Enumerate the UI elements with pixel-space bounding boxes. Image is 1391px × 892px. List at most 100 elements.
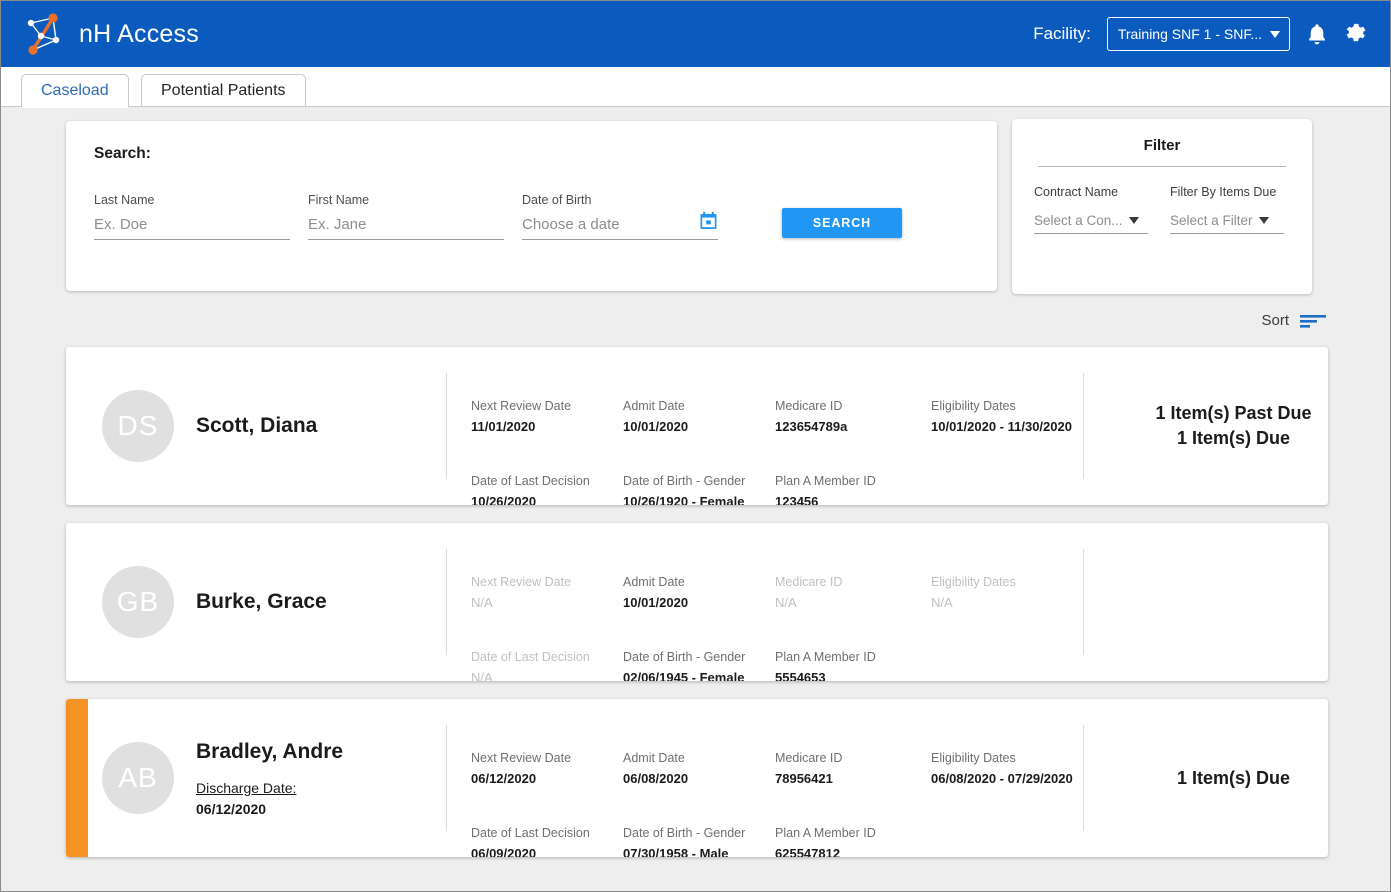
medicare-id-field: Medicare ID 78956421 (775, 751, 931, 788)
search-panel: Search: Last Name Ex. Doe First Name Ex.… (66, 121, 997, 291)
last-decision-label: Date of Last Decision (471, 649, 590, 664)
sort-control[interactable]: Sort (1261, 312, 1328, 329)
first-name-placeholder: Ex. Jane (308, 216, 367, 233)
items-due-label: Filter By Items Due (1170, 185, 1277, 199)
status-badge: 1 Item(s) Past Due (1155, 403, 1312, 423)
network-graph-logo-icon (27, 13, 60, 55)
detail-column-admit: Admit Date 10/01/2020 Date of Birth - Ge… (623, 575, 775, 681)
status-badge: 1 Item(s) Due (1176, 428, 1291, 448)
contract-name-select[interactable]: Select a Con... (1034, 213, 1148, 234)
date-of-birth-input[interactable]: Choose a date (522, 211, 718, 240)
detail-column-medicare: Medicare ID N/A Plan A Member ID 5554653 (775, 575, 931, 681)
first-name-label: First Name (308, 193, 370, 207)
eligibility-field: Eligibility Dates 06/08/2020 - 07/29/202… (931, 751, 1083, 788)
header-actions: Facility: Training SNF 1 - SNF... (1033, 17, 1368, 51)
detail-column-eligibility: Eligibility Dates N/A (931, 575, 1083, 655)
eligibility-label: Eligibility Dates (931, 575, 1016, 589)
facility-select[interactable]: Training SNF 1 - SNF... (1106, 17, 1290, 51)
patient-details: Next Review Date N/A Date of Last Decisi… (446, 549, 1083, 681)
search-heading: Search: (94, 145, 151, 162)
items-due-select[interactable]: Select a Filter (1170, 213, 1284, 234)
tab-potential-patients[interactable]: Potential Patients (141, 74, 306, 107)
filter-fields: Contract Name Select a Con... Filter By … (1034, 185, 1290, 234)
notifications-bell-button[interactable] (1306, 22, 1328, 46)
calendar-icon (700, 211, 717, 229)
next-review-field: Next Review Date 06/12/2020 (471, 751, 623, 788)
admit-date-label: Admit Date (623, 575, 685, 589)
medicare-id-field: Medicare ID N/A (775, 575, 931, 612)
last-decision-label: Date of Last Decision (471, 825, 590, 840)
items-due-value: Select a Filter (1170, 213, 1253, 228)
search-button[interactable]: SEARCH (782, 208, 902, 238)
last-decision-field: Date of Last Decision 10/26/2020 (471, 474, 623, 505)
filter-title: Filter (1143, 137, 1181, 154)
settings-gear-button[interactable] (1344, 22, 1368, 46)
medicare-id-value: N/A (775, 595, 797, 610)
plan-member-id-label: Plan A Member ID (775, 825, 876, 840)
last-decision-value: N/A (471, 669, 493, 681)
date-of-birth-placeholder: Choose a date (522, 216, 620, 233)
eligibility-field: Eligibility Dates 10/01/2020 - 11/30/202… (931, 399, 1083, 436)
last-name-label: Last Name (94, 193, 155, 207)
tab-caseload[interactable]: Caseload (21, 74, 129, 108)
plan-member-id-value: 5554653 (775, 669, 826, 681)
next-review-label: Next Review Date (471, 751, 572, 765)
patient-name-block: Burke, Grace (196, 590, 327, 614)
patient-name: Bradley, Andre (196, 739, 344, 763)
next-review-value: 06/12/2020 (471, 771, 537, 786)
next-review-label: Next Review Date (471, 399, 572, 413)
last-name-placeholder: Ex. Doe (94, 216, 148, 233)
gear-icon (1346, 23, 1366, 42)
search-fields: Last Name Ex. Doe First Name Ex. Jane Da… (94, 193, 969, 240)
avatar: AB (102, 742, 174, 814)
eligibility-value: 10/01/2020 - 11/30/2020 (931, 419, 1072, 434)
filter-divider (1038, 166, 1286, 167)
detail-column-admit: Admit Date 06/08/2020 Date of Birth - Ge… (623, 751, 775, 857)
patient-identity: GB Burke, Grace (66, 523, 446, 681)
eligibility-label: Eligibility Dates (931, 399, 1016, 413)
last-decision-field: Date of Last Decision 06/09/2020 (471, 826, 623, 857)
next-review-value: N/A (471, 595, 493, 610)
dob-gender-field: Date of Birth - Gender 02/06/1945 - Fema… (623, 650, 775, 681)
facility-select-value: Training SNF 1 - SNF... (1117, 26, 1262, 42)
facility-label: Facility: (1033, 24, 1091, 43)
detail-column-review: Next Review Date N/A Date of Last Decisi… (447, 575, 623, 681)
plan-member-id-value: 123456 (775, 493, 819, 505)
plan-member-id-field: Plan A Member ID 5554653 (775, 650, 931, 681)
patient-name: Scott, Diana (196, 414, 318, 437)
patient-card[interactable]: GB Burke, Grace Next Review Date N/A Dat… (66, 523, 1328, 681)
admit-date-value: 10/01/2020 (623, 419, 689, 434)
eligibility-value: 06/08/2020 - 07/29/2020 (931, 771, 1073, 786)
admit-date-field: Admit Date 10/01/2020 (623, 399, 775, 436)
avatar: GB (102, 566, 174, 638)
medicare-id-value: 78956421 (775, 771, 833, 786)
calendar-picker-button[interactable] (699, 211, 718, 234)
date-of-birth-label: Date of Birth (522, 193, 592, 207)
patient-list: DS Scott, Diana Next Review Date 11/01/2… (66, 347, 1328, 875)
first-name-input[interactable]: Ex. Jane (308, 216, 504, 240)
plan-member-id-value: 625547812 (775, 845, 841, 857)
plan-member-id-field: Plan A Member ID 625547812 (775, 826, 931, 857)
last-decision-value: 10/26/2020 (471, 493, 537, 505)
admit-date-label: Admit Date (623, 751, 685, 765)
last-name-field: Last Name Ex. Doe (94, 193, 290, 240)
date-of-birth-field: Date of Birth Choose a date (522, 193, 718, 240)
dob-gender-value: 02/06/1945 - Female (623, 669, 745, 681)
filter-panel: Filter Contract Name Select a Con... Fil… (1012, 119, 1312, 294)
admit-date-value: 10/01/2020 (623, 595, 689, 610)
patient-status: 1 Item(s) Past Due 1 Item(s) Due (1083, 373, 1328, 479)
first-name-field: First Name Ex. Jane (308, 193, 504, 240)
patient-card[interactable]: DS Scott, Diana Next Review Date 11/01/2… (66, 347, 1328, 505)
last-name-input[interactable]: Ex. Doe (94, 216, 290, 240)
patient-name-block: Bradley, Andre Discharge Date: 06/12/202… (196, 740, 343, 817)
patient-details: Next Review Date 11/01/2020 Date of Last… (446, 373, 1083, 505)
patient-identity: AB Bradley, Andre Discharge Date: 06/12/… (88, 699, 446, 857)
dob-gender-value: 07/30/1958 - Male (623, 845, 729, 857)
patient-card[interactable]: AB Bradley, Andre Discharge Date: 06/12/… (66, 699, 1328, 857)
chevron-down-icon (1128, 217, 1139, 224)
admit-date-value: 06/08/2020 (623, 771, 689, 786)
eligibility-field: Eligibility Dates N/A (931, 575, 1083, 612)
last-decision-field: Date of Last Decision N/A (471, 650, 623, 681)
top-header-bar: nH Access Facility: Training SNF 1 - SNF… (1, 1, 1390, 67)
admit-date-field: Admit Date 10/01/2020 (623, 575, 775, 612)
